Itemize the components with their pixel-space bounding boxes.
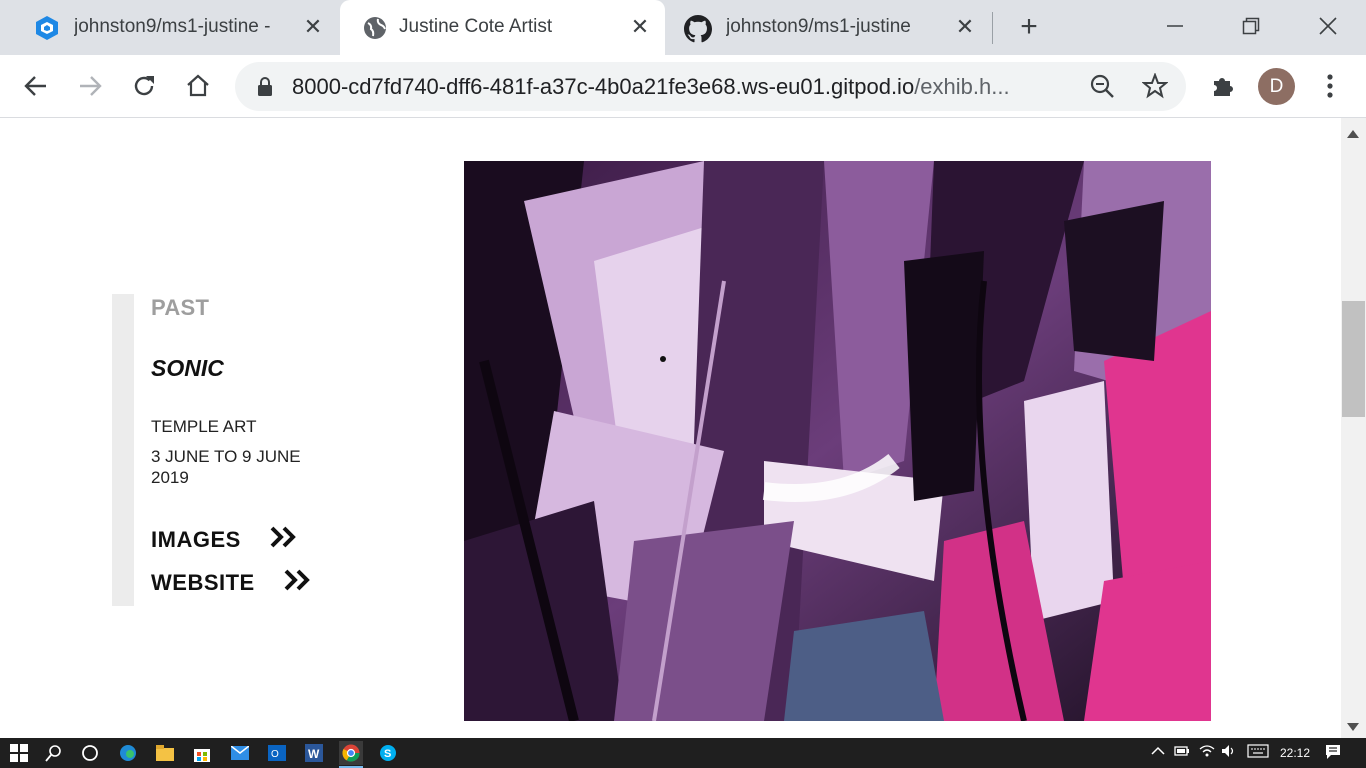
exhibition-venue: TEMPLE ART [151,417,257,436]
forward-button[interactable] [72,68,108,104]
volume-icon[interactable] [1221,744,1237,761]
github-icon [684,15,712,43]
address-bar[interactable]: 8000-cd7fd740-dff6-481f-a37c-4b0a21fe3e6… [235,62,1186,111]
scrollbar-thumb[interactable] [1342,301,1365,417]
outlook-icon[interactable]: O [265,741,289,765]
new-tab-button[interactable]: + [1014,12,1044,43]
close-tab-icon[interactable]: ✕ [954,16,976,38]
browser-toolbar: 8000-cd7fd740-dff6-481f-a37c-4b0a21fe3e6… [0,55,1366,118]
url-path: /exhib.h... [914,74,1010,99]
word-icon[interactable]: W [302,741,326,765]
task-view-icon[interactable] [78,741,102,765]
url-host: 8000-cd7fd740-dff6-481f-a37c-4b0a21fe3e6… [292,74,915,99]
bookmark-star-icon[interactable] [1141,72,1169,104]
tab-title: johnston9/ms1-justine [726,16,911,37]
tab-strip: johnston9/ms1-justine - ✕ Justine Cote A… [0,0,1366,55]
lock-icon[interactable] [257,77,273,101]
double-chevron-right-icon [284,569,310,591]
notification-center-icon[interactable] [1325,744,1341,763]
exhibition-title: SONIC [151,355,224,381]
tab-justine-cote-artist[interactable]: Justine Cote Artist ✕ [340,0,665,55]
zoom-icon[interactable] [1089,73,1115,104]
home-button[interactable] [180,68,216,104]
tray-chevron-up-icon[interactable] [1151,744,1165,758]
restore-button[interactable] [1228,8,1274,44]
profile-avatar[interactable]: D [1258,68,1295,105]
exhibition-status: PAST [151,295,210,320]
chrome-icon[interactable] [339,741,363,768]
exhibition-dates: 3 JUNE TO 9 JUNE 2019 [151,447,301,487]
globe-icon [362,15,388,41]
images-link[interactable]: IMAGES [151,526,296,553]
website-link[interactable]: WEBSITE [151,569,310,596]
svg-text:S: S [384,748,391,760]
skype-icon[interactable]: S [376,741,400,765]
close-tab-icon[interactable]: ✕ [302,16,324,38]
back-button[interactable] [18,68,54,104]
page-viewport: PAST SONIC TEMPLE ART 3 JUNE TO 9 JUNE 2… [0,118,1341,738]
close-tab-icon[interactable]: ✕ [629,16,651,38]
menu-kebab-icon[interactable] [1312,68,1348,104]
website-link-label: WEBSITE [151,570,255,595]
mail-icon[interactable] [228,741,252,765]
gitpod-icon [34,15,60,41]
taskbar-clock[interactable]: 22:12 [1280,746,1310,760]
url-text[interactable]: 8000-cd7fd740-dff6-481f-a37c-4b0a21fe3e6… [292,74,1010,100]
tab-github[interactable]: johnston9/ms1-justine ✕ [666,0,991,55]
reload-button[interactable] [126,68,162,104]
file-explorer-icon[interactable] [153,741,177,765]
scroll-down-arrow-icon[interactable] [1346,719,1360,737]
store-icon[interactable] [190,741,214,765]
search-icon[interactable] [42,741,66,765]
windows-taskbar: O W S 22:12 [0,738,1366,768]
double-chevron-right-icon [270,526,296,548]
keyboard-icon[interactable] [1247,744,1269,761]
tab-separator [992,12,993,44]
minimize-button[interactable] [1152,8,1198,44]
wifi-icon[interactable] [1199,744,1215,761]
scroll-up-arrow-icon[interactable] [1346,126,1360,144]
svg-text:W: W [308,747,320,761]
exhibition-accent-bar [112,294,134,606]
tab-title: Justine Cote Artist [399,16,553,37]
tab-gitpod[interactable]: johnston9/ms1-justine - ✕ [0,0,338,55]
artwork-image [464,161,1211,721]
edge-icon[interactable] [116,741,140,765]
images-link-label: IMAGES [151,527,241,552]
svg-text:O: O [271,749,279,760]
close-window-button[interactable] [1305,8,1351,44]
battery-icon[interactable] [1174,744,1190,761]
start-icon[interactable] [7,741,31,765]
page-scrollbar[interactable] [1341,118,1366,738]
tab-title: johnston9/ms1-justine - [74,16,271,37]
extensions-puzzle-icon[interactable] [1205,68,1241,104]
